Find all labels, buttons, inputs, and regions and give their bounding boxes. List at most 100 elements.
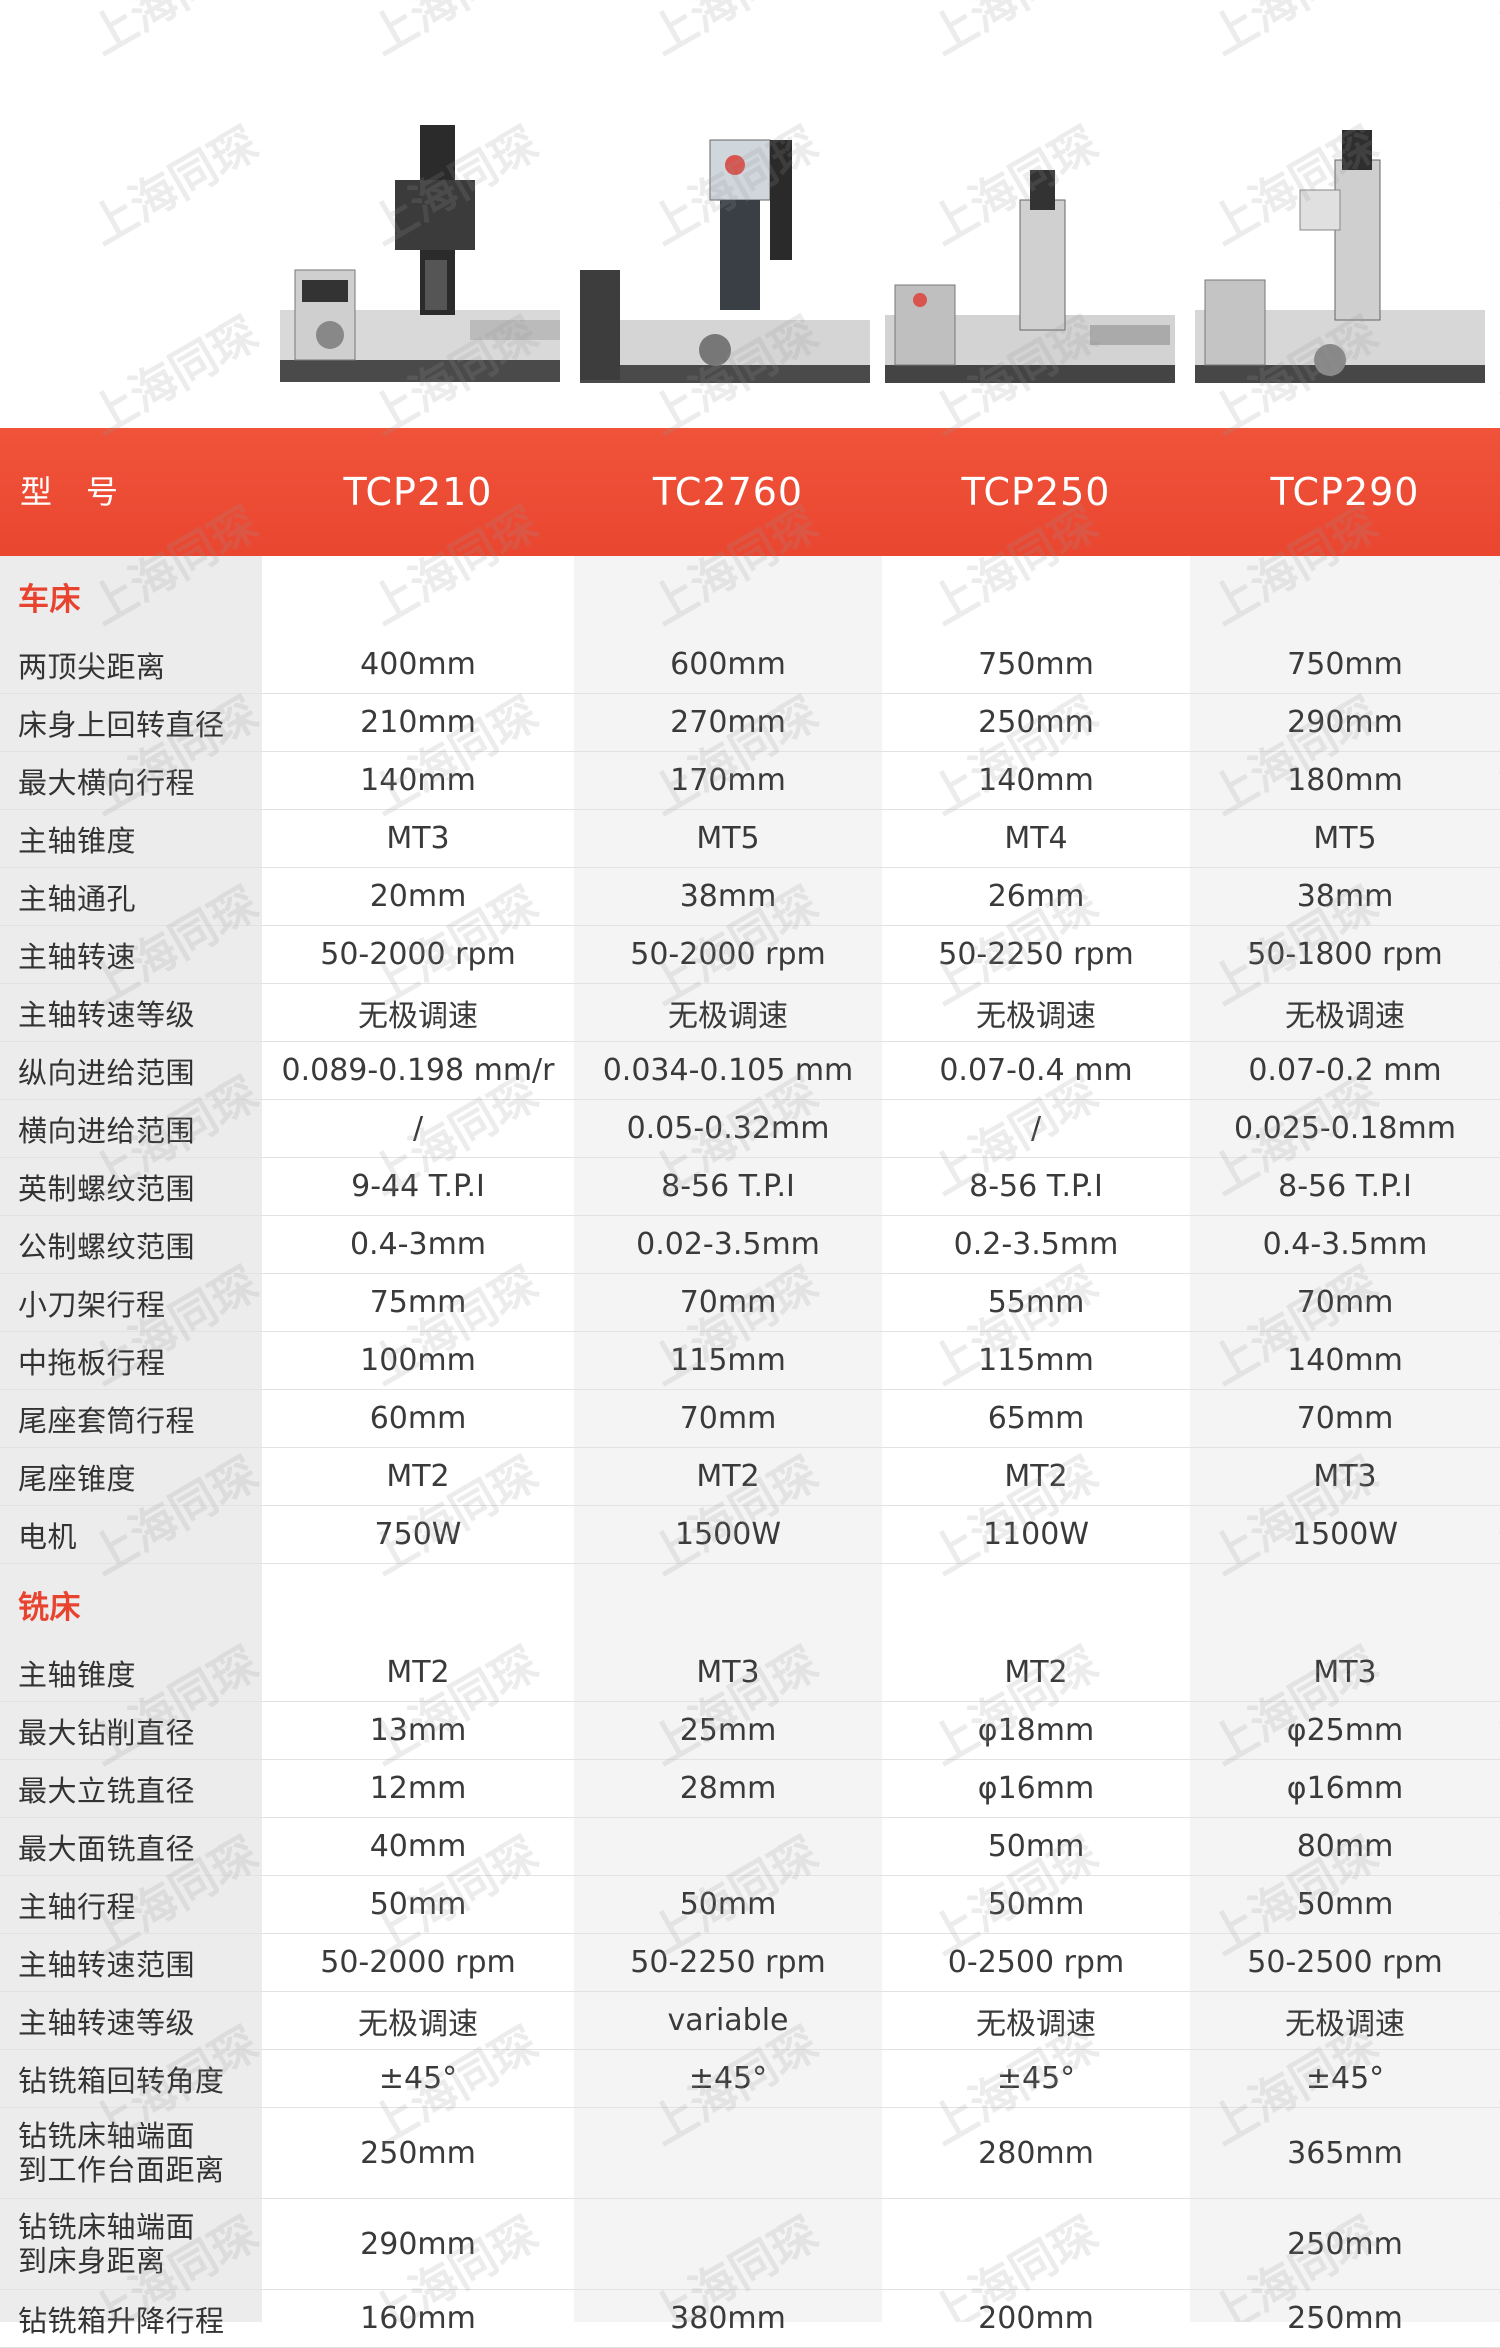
value-cell-tcp290: 70mm (1296, 1285, 1394, 1320)
value-cell-tc2760: 38mm (679, 879, 777, 914)
value-cell-tcp290: 0.4-3.5mm (1262, 1227, 1428, 1262)
value-cell-tcp250: 250mm (978, 705, 1094, 740)
value-cell-tc2760: 50-2000 rpm (630, 937, 826, 972)
value-cell-tcp210: 100mm (360, 1343, 476, 1378)
value-cell-tc2760: 600mm (670, 647, 786, 682)
value-cell-tc2760 (574, 1818, 882, 1875)
value-cell-tcp210: 400mm (360, 647, 476, 682)
value-cell-tc2760: variable (667, 2003, 789, 2038)
row-label-line: 钻铣床轴端面 (18, 2210, 196, 2244)
machine-image-tcp250 (880, 120, 1180, 400)
value-cell-tc2760: 25mm (679, 1713, 777, 1748)
table-row: 横向进给范围 / 0.05-0.32mm / 0.025-0.18mm (0, 1100, 1500, 1158)
model-tcp250: TCP250 (961, 470, 1111, 514)
value-cell-tcp210: 160mm (360, 2301, 476, 2336)
value-cell-tcp290: 250mm (1287, 2301, 1403, 2336)
value-cell-tcp250: 140mm (978, 763, 1094, 798)
model-tcp210: TCP210 (343, 470, 493, 514)
table-row: 小刀架行程 75mm 70mm 55mm 70mm (0, 1274, 1500, 1332)
value-cell-tcp250: 50mm (987, 1829, 1085, 1864)
value-cell-tcp290: MT5 (1313, 821, 1377, 856)
row-label: 尾座套筒行程 (18, 1403, 196, 1438)
row-label: 主轴行程 (18, 1889, 137, 1924)
model-tc2760: TC2760 (652, 470, 804, 514)
value-cell-tcp210: 140mm (360, 763, 476, 798)
value-cell-tc2760: 0.05-0.32mm (626, 1111, 830, 1146)
value-cell-tc2760 (574, 2108, 882, 2198)
value-cell-tcp250: 50-2250 rpm (938, 937, 1134, 972)
value-cell-tcp250 (882, 2199, 1190, 2289)
table-row: 最大钻削直径 13mm 25mm φ18mm φ25mm (0, 1702, 1500, 1760)
table-row: 主轴通孔 20mm 38mm 26mm 38mm (0, 868, 1500, 926)
value-cell-tcp290: 250mm (1287, 2226, 1403, 2262)
value-cell-tc2760: 28mm (679, 1771, 777, 1806)
product-image-strip (0, 0, 1500, 428)
value-cell-tcp250: 1100W (982, 1517, 1089, 1552)
row-label: 中拖板行程 (18, 1345, 166, 1380)
value-cell-tcp290: 80mm (1296, 1829, 1394, 1864)
row-label: 横向进给范围 (18, 1113, 196, 1148)
value-cell-tcp290: MT3 (1313, 1655, 1377, 1690)
table-row: 钻铣箱回转角度 ±45° ±45° ±45° ±45° (0, 2050, 1500, 2108)
value-cell-tcp250: 26mm (987, 879, 1085, 914)
value-cell-tc2760: 380mm (670, 2301, 786, 2336)
section-header: 铣床 (0, 1564, 1500, 1644)
value-cell-tc2760: 170mm (670, 763, 786, 798)
value-cell-tcp290: 8-56 T.P.I (1278, 1169, 1412, 1204)
value-cell-tcp210: 无极调速 (358, 998, 478, 1034)
value-cell-tc2760: MT3 (696, 1655, 760, 1690)
value-cell-tcp250: MT4 (1004, 821, 1068, 856)
table-row: 主轴锥度 MT2 MT3 MT2 MT3 (0, 1644, 1500, 1702)
row-label-line: 到工作台面距离 (18, 2153, 225, 2187)
section-header: 车床 (0, 556, 1500, 636)
value-cell-tcp210: ±45° (378, 2061, 458, 2096)
value-cell-tcp250: φ16mm (977, 1771, 1095, 1806)
value-cell-tc2760: 70mm (679, 1285, 777, 1320)
value-cell-tcp210: 12mm (369, 1771, 467, 1806)
value-cell-tcp250: 280mm (978, 2135, 1094, 2171)
table-row: 尾座套筒行程 60mm 70mm 65mm 70mm (0, 1390, 1500, 1448)
table-row: 钻铣床轴端面 到工作台面距离 250mm 280mm 365mm (0, 2108, 1500, 2199)
row-label: 主轴转速 (18, 939, 137, 974)
row-label: 钻铣床轴端面 到工作台面距离 (18, 2108, 225, 2198)
value-cell-tc2760: 0.034-0.105 mm (602, 1053, 854, 1088)
row-label: 主轴锥度 (18, 1657, 137, 1692)
value-cell-tcp210: MT2 (386, 1459, 450, 1494)
value-cell-tcp210: 750W (374, 1517, 462, 1552)
section-title: 铣床 (18, 1589, 81, 1626)
row-label: 最大横向行程 (18, 765, 196, 800)
table-row: 中拖板行程 100mm 115mm 115mm 140mm (0, 1332, 1500, 1390)
table-row: 主轴转速等级 无极调速 variable 无极调速 无极调速 (0, 1992, 1500, 2050)
row-label: 最大面铣直径 (18, 1831, 196, 1866)
value-cell-tcp290: 365mm (1287, 2135, 1403, 2171)
value-cell-tcp210: 250mm (360, 2135, 476, 2171)
value-cell-tcp290: ±45° (1305, 2061, 1385, 2096)
model-tcp290: TCP290 (1270, 470, 1420, 514)
value-cell-tcp290: 0.07-0.2 mm (1248, 1053, 1442, 1088)
row-label: 电机 (18, 1519, 78, 1554)
value-cell-tcp250: 65mm (987, 1401, 1085, 1436)
value-cell-tc2760: 70mm (679, 1401, 777, 1436)
machine-image-tcp290 (1190, 120, 1490, 400)
value-cell-tc2760: 无极调速 (668, 998, 788, 1034)
value-cell-tcp210: 210mm (360, 705, 476, 740)
section-title: 车床 (18, 581, 81, 618)
table-row: 床身上回转直径 210mm 270mm 250mm 290mm (0, 694, 1500, 752)
row-label: 小刀架行程 (18, 1287, 166, 1322)
table-row: 主轴转速等级 无极调速 无极调速 无极调速 无极调速 (0, 984, 1500, 1042)
table-row: 最大面铣直径 40mm 50mm 80mm (0, 1818, 1500, 1876)
table-row: 主轴转速 50-2000 rpm 50-2000 rpm 50-2250 rpm 50-… (0, 926, 1500, 984)
table-row: 两顶尖距离 400mm 600mm 750mm 750mm (0, 636, 1500, 694)
table-row: 英制螺纹范围 9-44 T.P.I 8-56 T.P.I 8-56 T.P.I 8-56… (0, 1158, 1500, 1216)
table-row: 最大横向行程 140mm 170mm 140mm 180mm (0, 752, 1500, 810)
value-cell-tcp290: 140mm (1287, 1343, 1403, 1378)
spec-table: 车床 两顶尖距离 400mm 600mm 750mm 750mm 床身上回转直径 210mm 2… (0, 556, 1500, 2348)
value-cell-tcp250: 750mm (978, 647, 1094, 682)
row-label: 最大钻削直径 (18, 1715, 196, 1750)
value-cell-tcp290: φ16mm (1286, 1771, 1404, 1806)
value-cell-tcp250: 0.2-3.5mm (953, 1227, 1119, 1262)
value-cell-tcp210: 无极调速 (358, 2006, 478, 2042)
value-cell-tcp250: 0.07-0.4 mm (939, 1053, 1133, 1088)
row-label: 纵向进给范围 (18, 1055, 196, 1090)
value-cell-tcp210: 50mm (369, 1887, 467, 1922)
